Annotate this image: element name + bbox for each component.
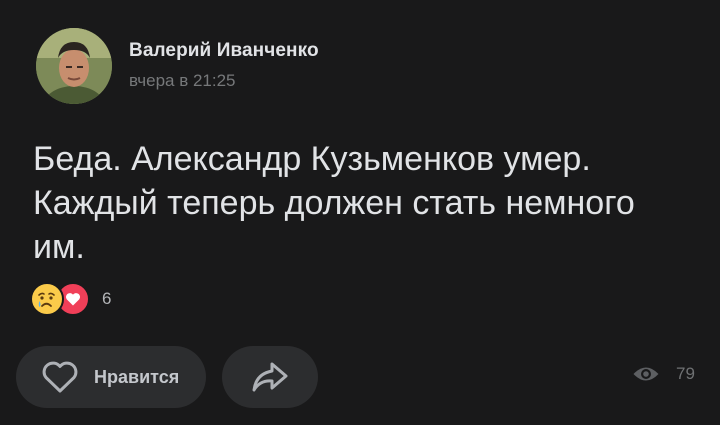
- post-text-line: им.: [33, 228, 85, 266]
- like-button[interactable]: Нравится: [16, 346, 206, 408]
- post-text-line: Каждый теперь должен стать немного: [33, 184, 635, 222]
- views-counter: 79: [632, 364, 695, 384]
- post-header: Валерий Иванченко вчера в 21:25: [36, 28, 319, 104]
- share-button[interactable]: [222, 346, 318, 408]
- author-avatar[interactable]: [36, 28, 112, 104]
- avatar-photo: [36, 28, 112, 104]
- eye-icon: [633, 367, 659, 381]
- reactions-count: 6: [102, 289, 112, 308]
- views-count: 79: [676, 364, 695, 383]
- post-text-line: Беда. Александр Кузьменков умер.: [33, 140, 591, 178]
- heart-outline-icon: [42, 361, 78, 393]
- post-card: Валерий Иванченко вчера в 21:25 Беда. Ал…: [0, 0, 720, 425]
- share-arrow-icon: [252, 362, 288, 392]
- reactions-summary[interactable]: 6: [30, 282, 111, 316]
- like-label: Нравится: [94, 366, 180, 387]
- post-time[interactable]: вчера в 21:25: [129, 71, 319, 91]
- post-text: Беда. Александр Кузьменков умер. Каждый …: [33, 137, 693, 269]
- author-info: Валерий Иванченко вчера в 21:25: [129, 40, 319, 91]
- author-name[interactable]: Валерий Иванченко: [129, 40, 319, 62]
- crying-face-icon: [30, 282, 64, 316]
